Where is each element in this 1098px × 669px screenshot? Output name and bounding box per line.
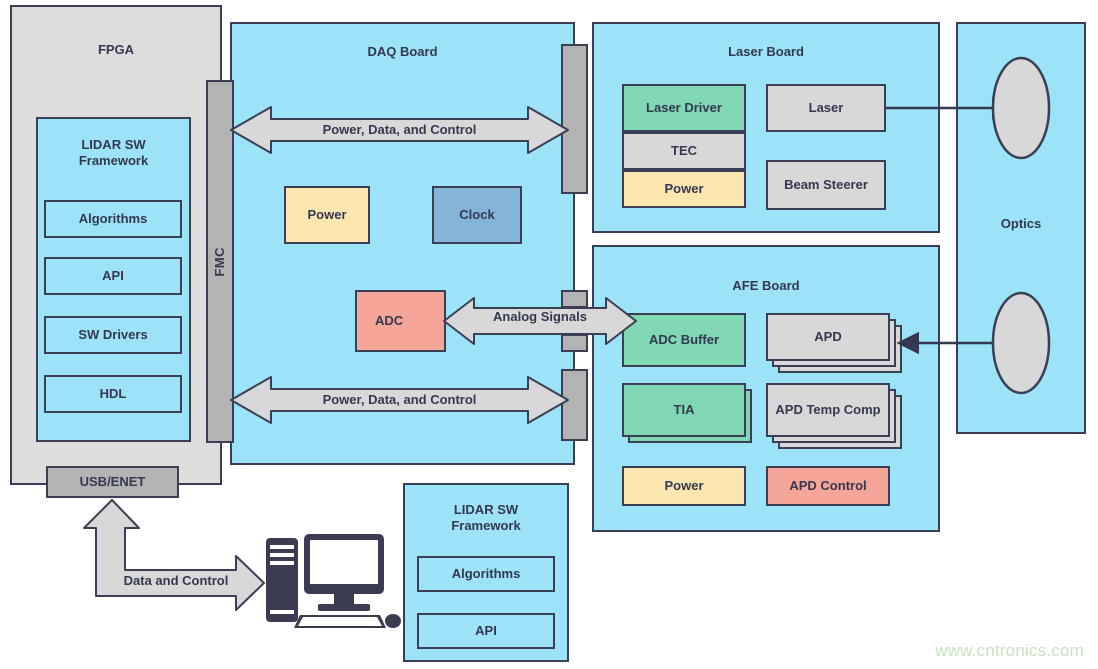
fpga-framework-title-line2: Framework — [78, 152, 149, 168]
laser-driver-block[interactable]: Laser Driver — [622, 84, 746, 132]
daq-board-title: DAQ Board — [367, 44, 438, 59]
daq-connector-mid-lower[interactable] — [561, 334, 588, 352]
laser-power-block[interactable]: Power — [622, 170, 746, 208]
host-framework-item-api[interactable]: API — [417, 613, 555, 649]
connector-analog-signals-label: Analog Signals — [493, 309, 587, 324]
tia-block[interactable]: TIA — [622, 383, 746, 437]
laser-board-title: Laser Board — [728, 44, 804, 59]
connector-data-and-control — [83, 499, 265, 611]
daq-connector-mid-upper[interactable] — [561, 290, 588, 308]
connector-power-data-control-top-label: Power, Data, and Control — [322, 122, 477, 137]
daq-adc-block[interactable]: ADC — [355, 290, 446, 352]
host-framework-item-algorithms[interactable]: Algorithms — [417, 556, 555, 592]
fmc-connector[interactable]: FMC — [206, 80, 234, 443]
daq-connector-top[interactable] — [561, 44, 588, 194]
host-framework-title-line1: LIDAR SW — [453, 502, 519, 517]
fpga-framework-item-hdl[interactable]: HDL — [44, 375, 182, 413]
afe-board-title: AFE Board — [732, 278, 800, 293]
fpga-framework-title: LIDAR SW Framework — [36, 137, 191, 168]
laser-block[interactable]: Laser — [766, 84, 886, 132]
laser-tec-block[interactable]: TEC — [622, 132, 746, 170]
beam-steerer-block[interactable]: Beam Steerer — [766, 160, 886, 210]
adc-buffer-block[interactable]: ADC Buffer — [622, 313, 746, 367]
desktop-computer-icon — [266, 534, 401, 628]
fpga-framework-item-algorithms[interactable]: Algorithms — [44, 200, 182, 238]
afe-power-block[interactable]: Power — [622, 466, 746, 506]
connector-data-and-control-label: Data and Control — [123, 573, 229, 588]
host-framework-title-line2: Framework — [451, 517, 521, 533]
daq-power-block[interactable]: Power — [284, 186, 370, 244]
usb-enet-port[interactable]: USB/ENET — [46, 466, 179, 498]
lidar-block-diagram: FPGA LIDAR SW Framework Algorithms API S… — [0, 0, 1098, 669]
daq-clock-block[interactable]: Clock — [432, 186, 522, 244]
fpga-framework-item-api[interactable]: API — [44, 257, 182, 295]
apd-block[interactable]: APD — [766, 313, 890, 361]
apd-temp-comp-block[interactable]: APD Temp Comp — [766, 383, 890, 437]
connector-power-data-control-bottom-label: Power, Data, and Control — [322, 392, 477, 407]
watermark: www.cntronics.com — [935, 641, 1084, 660]
fmc-connector-label: FMC — [211, 246, 227, 277]
fpga-framework-item-sw-drivers[interactable]: SW Drivers — [44, 316, 182, 354]
host-framework-title: LIDAR SW Framework — [403, 502, 569, 533]
fpga-framework-title-line1: LIDAR SW — [81, 137, 146, 152]
optics-title: Optics — [1000, 216, 1042, 231]
fpga-title: FPGA — [97, 42, 135, 57]
apd-control-block[interactable]: APD Control — [766, 466, 890, 506]
